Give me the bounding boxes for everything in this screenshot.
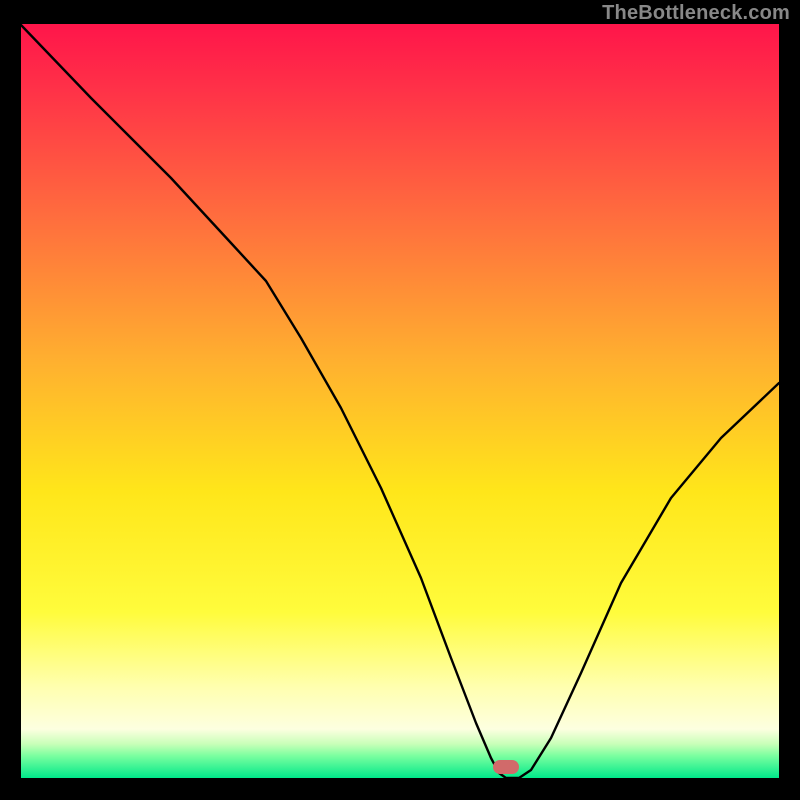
plot-area <box>21 24 779 778</box>
chart-frame: TheBottleneck.com <box>0 0 800 800</box>
min-marker <box>493 760 519 774</box>
watermark-text: TheBottleneck.com <box>602 2 790 25</box>
curve-path <box>21 25 779 778</box>
curve-svg <box>21 24 779 778</box>
